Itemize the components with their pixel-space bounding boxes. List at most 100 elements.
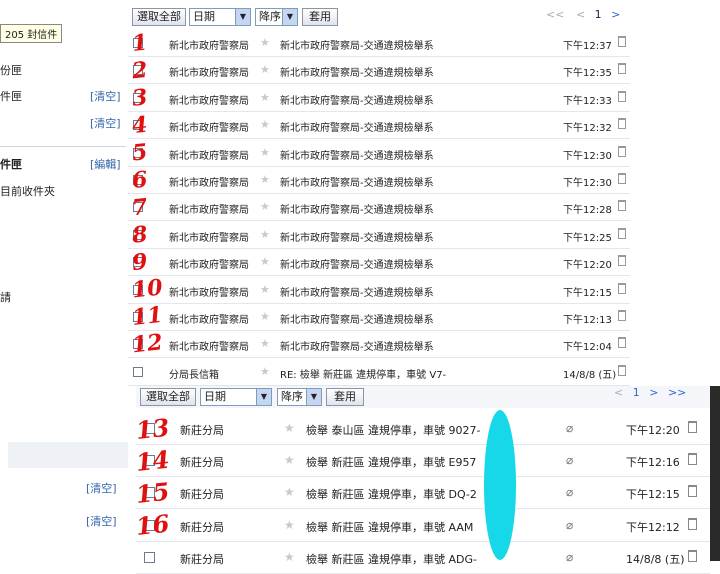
trash-icon[interactable]	[618, 118, 626, 130]
message-row[interactable]: 新北市政府警察局 ★ 新北市政府警察局-交通違規檢舉系 下午12:25	[128, 222, 630, 249]
folder-item-4[interactable]: 目前收件夾	[0, 183, 55, 199]
message-row[interactable]: 新北市政府警察局 ★ 新北市政府警察局-交通違規檢舉系 下午12:37	[128, 30, 630, 57]
trash-icon[interactable]	[618, 282, 626, 294]
message-row[interactable]: 新莊分局 ★ 檢舉 新莊區 違規停車，車號 DQ-2 ⌀ 下午12:15	[136, 477, 710, 510]
message-row[interactable]: 新北市政府警察局 ★ 新北市政府警察局-交通違規檢舉系 下午12:13	[128, 304, 630, 331]
apply-button[interactable]: 套用	[326, 388, 364, 406]
subject[interactable]: 檢舉 新莊區 違規停車，車號 DQ-2	[306, 486, 496, 502]
message-row[interactable]: 新北市政府警察局 ★ 新北市政府警察局-交通違規檢舉系 下午12:20	[128, 249, 630, 277]
sort-order-select[interactable]: 降序 ▼	[255, 8, 298, 26]
sort-field-select[interactable]: 日期 ▼	[189, 8, 251, 26]
row-checkbox[interactable]	[133, 284, 143, 295]
message-row[interactable]: 新北市政府警察局 ★ 新北市政府警察局-交通違規檢舉系 下午12:35	[128, 57, 630, 85]
message-row[interactable]: 新北市政府警察局 ★ 新北市政府警察局-交通違規檢舉系 下午12:15	[128, 277, 630, 304]
row-checkbox[interactable]	[144, 455, 155, 467]
subject[interactable]: 新北市政府警察局-交通違規檢舉系	[280, 201, 434, 216]
row-checkbox[interactable]	[133, 92, 143, 103]
trash-icon[interactable]	[688, 549, 697, 562]
star-icon[interactable]: ★	[260, 365, 270, 378]
last-page-button[interactable]: >>	[668, 386, 686, 399]
subject[interactable]: 檢舉 新莊區 違規停車，車號 AAM	[306, 519, 496, 535]
apply-button[interactable]: 套用	[302, 8, 338, 26]
subject[interactable]: 新北市政府警察局-交通違規檢舉系	[280, 229, 434, 244]
prev-page-button[interactable]: <	[576, 8, 585, 21]
select-all-button[interactable]: 選取全部	[132, 8, 186, 26]
row-checkbox[interactable]	[133, 366, 143, 377]
star-icon[interactable]: ★	[260, 228, 270, 241]
edit-folders-link[interactable]: [編輯]	[90, 156, 121, 172]
next-page-button[interactable]: >	[649, 386, 658, 399]
row-checkbox[interactable]	[144, 487, 155, 499]
row-checkbox[interactable]	[133, 229, 143, 240]
row-checkbox[interactable]	[133, 175, 143, 185]
star-icon[interactable]: ★	[260, 63, 270, 76]
subject[interactable]: RE: 檢舉 新莊區 違規停車，車號 V7-	[280, 366, 446, 381]
message-row[interactable]: 新莊分局 ★ 檢舉 新莊區 違規停車，車號 E957 ⌀ 下午12:16	[136, 445, 710, 478]
sort-order-select[interactable]: 降序 ▼	[277, 388, 322, 406]
empty-folder-link[interactable]: [清空]	[90, 115, 121, 131]
empty-folder-link[interactable]: [清空]	[86, 480, 117, 496]
trash-icon[interactable]	[618, 227, 626, 239]
message-row[interactable]: 新莊分局 ★ 檢舉 新莊區 違規停車，車號 AAM ⌀ 下午12:12	[136, 510, 710, 542]
trash-icon[interactable]	[618, 173, 626, 184]
message-row[interactable]: 新北市政府警察局 ★ 新北市政府警察局-交通違規檢舉系 下午12:30	[128, 140, 630, 167]
sort-field-select[interactable]: 日期 ▼	[200, 388, 272, 406]
subject[interactable]: 檢舉 新莊區 違規停車，車號 E957	[306, 454, 496, 470]
folder-item-3[interactable]: 件匣	[0, 156, 22, 172]
row-checkbox[interactable]	[133, 65, 143, 76]
star-icon[interactable]: ★	[260, 173, 270, 186]
empty-folder-link[interactable]: [清空]	[86, 513, 117, 529]
message-row[interactable]: 新北市政府警察局 ★ 新北市政府警察局-交通違規檢舉系 下午12:28	[128, 194, 630, 222]
star-icon[interactable]: ★	[260, 146, 270, 159]
first-page-button[interactable]: <<	[546, 8, 564, 21]
row-checkbox[interactable]	[133, 312, 143, 322]
subject[interactable]: 新北市政府警察局-交通違規檢舉系	[280, 37, 434, 52]
subject[interactable]: 檢舉 泰山區 違規停車，車號 9027-	[306, 422, 496, 438]
trash-icon[interactable]	[618, 63, 626, 75]
star-icon[interactable]: ★	[260, 200, 270, 213]
subject[interactable]: 新北市政府警察局-交通違規檢舉系	[280, 119, 434, 134]
trash-icon[interactable]	[618, 337, 626, 349]
message-row[interactable]: 新北市政府警察局 ★ 新北市政府警察局-交通違規檢舉系 下午12:33	[128, 85, 630, 112]
star-icon[interactable]: ★	[260, 337, 270, 350]
star-icon[interactable]: ★	[284, 421, 295, 435]
star-icon[interactable]: ★	[260, 283, 270, 296]
star-icon[interactable]: ★	[284, 518, 295, 532]
folder-item-2[interactable]: 件匣	[0, 88, 22, 104]
trash-icon[interactable]	[618, 200, 626, 212]
trash-icon[interactable]	[618, 36, 626, 47]
prev-page-button[interactable]: <	[614, 386, 623, 399]
row-checkbox[interactable]	[133, 202, 143, 213]
row-checkbox[interactable]	[133, 257, 143, 268]
row-checkbox[interactable]	[144, 423, 155, 434]
star-icon[interactable]: ★	[260, 91, 270, 104]
trash-icon[interactable]	[688, 453, 697, 466]
subject[interactable]: 新北市政府警察局-交通違規檢舉系	[280, 311, 434, 326]
star-icon[interactable]: ★	[260, 310, 270, 323]
star-icon[interactable]: ★	[284, 453, 295, 467]
subject[interactable]: 新北市政府警察局-交通違規檢舉系	[280, 147, 434, 162]
trash-icon[interactable]	[618, 364, 626, 376]
message-row[interactable]: 新莊分局 ★ 檢舉 泰山區 違規停車，車號 9027- ⌀ 下午12:20	[136, 413, 710, 445]
subject[interactable]: 新北市政府警察局-交通違規檢舉系	[280, 256, 434, 271]
folder-item-1[interactable]: 份匣	[0, 62, 22, 78]
star-icon[interactable]: ★	[260, 255, 270, 268]
message-row[interactable]: 新北市政府警察局 ★ 新北市政府警察局-交通違規檢舉系 下午12:30	[128, 167, 630, 194]
subject[interactable]: 新北市政府警察局-交通違規檢舉系	[280, 174, 434, 189]
subject[interactable]: 檢舉 新莊區 違規停車，車號 ADG-	[306, 551, 496, 567]
trash-icon[interactable]	[688, 421, 697, 433]
select-all-button[interactable]: 選取全部	[140, 388, 196, 406]
subject[interactable]: 新北市政府警察局-交通違規檢舉系	[280, 92, 434, 107]
row-checkbox[interactable]	[144, 519, 155, 531]
folder-item-5[interactable]: 請	[0, 289, 11, 305]
trash-icon[interactable]	[688, 485, 697, 498]
trash-icon[interactable]	[618, 310, 626, 321]
message-row[interactable]: 新北市政府警察局 ★ 新北市政府警察局-交通違規檢舉系 下午12:04	[128, 331, 630, 359]
message-row[interactable]: 新莊分局 ★ 檢舉 新莊區 違規停車，車號 ADG- ⌀ 14/8/8 (五)	[136, 542, 710, 574]
subject[interactable]: 新北市政府警察局-交通違規檢舉系	[280, 338, 434, 353]
row-checkbox[interactable]	[133, 120, 143, 131]
trash-icon[interactable]	[688, 517, 697, 530]
row-checkbox[interactable]	[133, 147, 143, 158]
trash-icon[interactable]	[618, 255, 626, 267]
trash-icon[interactable]	[618, 145, 626, 157]
